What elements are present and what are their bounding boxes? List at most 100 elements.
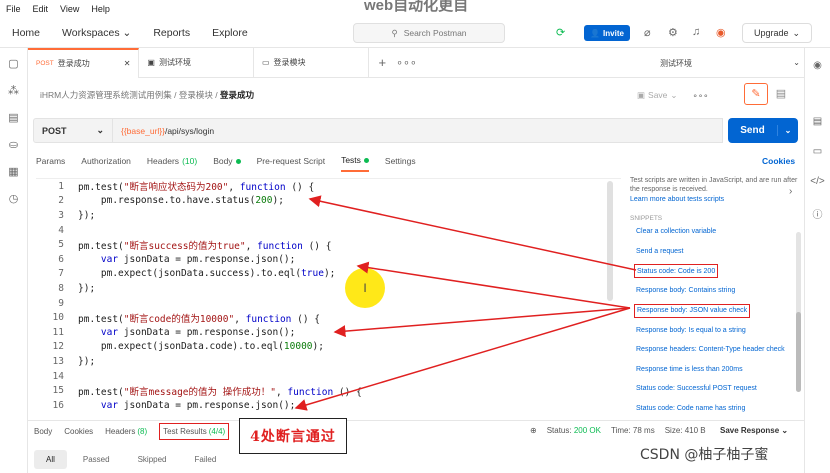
tab-login-success[interactable]: POST 登录成功 ✕ — [28, 47, 140, 78]
code-line: 12 pm.expect(jsonData.code).to.eql(10000… — [36, 340, 621, 355]
gear-icon[interactable]: ⚙ — [668, 26, 678, 39]
tab-params[interactable]: Params — [36, 150, 65, 172]
tab-label: Tests — [341, 155, 361, 165]
search-input[interactable]: ⚲ Search Postman — [353, 23, 505, 43]
tab-pre-request-script[interactable]: Pre-request Script — [257, 150, 326, 172]
response-tab-test-results[interactable]: Test Results (4/4) — [159, 423, 230, 440]
filter-passed[interactable]: Passed — [71, 450, 122, 469]
right-sidebar: ◉ ▤ ▭ </> ⓘ — [804, 48, 830, 473]
tab-settings[interactable]: Settings — [385, 150, 416, 172]
search-icon: ⚲ — [391, 27, 398, 38]
environments-icon[interactable]: ▤ — [0, 111, 27, 129]
snippet-item[interactable]: Response body: JSON value check — [634, 303, 751, 318]
response-tab-headers[interactable]: Headers (8) — [105, 427, 147, 436]
snippet-item[interactable]: Status code: Code name has string — [630, 399, 800, 417]
code-text: pm.expect(jsonData.success).to.eql(true)… — [78, 268, 336, 279]
snippet-item[interactable]: Response time is less than 200ms — [630, 360, 800, 380]
collections-icon[interactable]: ▢ — [0, 57, 27, 75]
tab-test-env[interactable]: ▣ 测试环境 — [139, 47, 254, 78]
code-line: 14 — [36, 369, 621, 384]
code-token: "断言code的值为10000" — [123, 313, 235, 325]
filter-all[interactable]: All — [34, 449, 67, 469]
tab-label: Test Results — [163, 427, 207, 436]
line-number: 8 — [58, 282, 64, 294]
breadcrumb-root[interactable]: iHRM人力资源管理系统测试用例集 — [40, 90, 172, 100]
sync-status-icon[interactable]: ⟳ — [556, 26, 565, 39]
documentation-icon[interactable]: ▤ — [805, 116, 830, 134]
more-tabs-icon[interactable]: ∘∘∘ — [396, 56, 417, 69]
url-variable: {{base_url}} — [121, 125, 165, 136]
video-title-watermark: web自动化更自 — [364, 0, 469, 14]
menu-file[interactable]: File — [6, 4, 21, 14]
response-tab-body[interactable]: Body — [34, 427, 52, 436]
mock-servers-icon[interactable]: ⛀ — [0, 138, 27, 156]
documentation-toggle-icon[interactable]: ▤ — [770, 83, 792, 105]
snippet-item[interactable]: Status code: Code is 200 — [634, 264, 719, 278]
edit-icon[interactable]: ✎ — [744, 83, 768, 105]
snippet-item[interactable]: Response body: Contains string — [630, 281, 800, 301]
tab-login-module[interactable]: ▭ 登录模块 — [254, 47, 369, 78]
snippet-item[interactable]: Response headers: Content-Type header ch… — [630, 340, 800, 360]
menu-view[interactable]: View — [60, 4, 79, 14]
snippet-item[interactable]: Clear a collection variable — [630, 222, 800, 242]
snippets-scrollbar-thumb[interactable] — [796, 312, 801, 392]
apis-icon[interactable]: ⁂ — [0, 84, 27, 102]
close-icon[interactable]: ✕ — [124, 59, 131, 68]
history-icon[interactable]: ◷ — [0, 192, 27, 210]
tab-label: Headers — [105, 427, 136, 436]
more-options-icon[interactable]: ∘∘∘ — [693, 90, 709, 101]
save-button[interactable]: ▣ Save ⌄ ∘∘∘ — [637, 85, 709, 105]
code-token: }); — [78, 282, 96, 294]
tab-authorization[interactable]: Authorization — [81, 150, 131, 172]
snippet-item[interactable]: Send a request — [630, 242, 800, 262]
code-token: ); — [272, 195, 284, 207]
editor-scrollbar[interactable] — [607, 181, 613, 301]
invite-button[interactable]: 👤 Invite — [584, 25, 630, 41]
collapse-chevron-icon[interactable]: › — [789, 186, 792, 197]
save-response-button[interactable]: Save Response ⌄ — [720, 426, 788, 435]
chevron-down-icon[interactable]: ⌄ — [778, 126, 798, 135]
nav-home[interactable]: Home — [12, 27, 40, 39]
code-icon[interactable]: </> — [805, 176, 830, 194]
filter-skipped[interactable]: Skipped — [126, 450, 179, 469]
breadcrumb-folder[interactable]: 登录模块 — [179, 90, 213, 100]
url-input[interactable]: {{base_url}}/api/sys/login — [113, 118, 723, 143]
code-token: function — [239, 182, 286, 194]
tests-code-editor[interactable]: 1 pm.test("断言响应状态码为200", function () {2 p… — [36, 178, 621, 412]
save-response-label: Save Response — [720, 426, 780, 435]
bell-icon[interactable]: ♫ — [692, 26, 700, 38]
environment-selector[interactable]: 测试环境 ⌄ — [660, 58, 800, 69]
snippet-item[interactable]: Status code: Successful POST request — [630, 379, 800, 399]
learn-more-link[interactable]: Learn more about tests scripts — [630, 196, 800, 203]
upgrade-button[interactable]: Upgrade ⌄ — [742, 23, 812, 43]
code-token: var — [100, 399, 119, 411]
left-sidebar: ▢ ⁂ ▤ ⛀ ▦ ◷ — [0, 48, 28, 473]
eye-icon[interactable]: ◉ — [805, 60, 830, 78]
code-token: jsonData = pm.response.json(); — [118, 326, 296, 338]
comments-icon[interactable]: ▭ — [805, 146, 830, 164]
code-token: jsonData = pm.response.json(); — [118, 253, 296, 265]
snippet-item[interactable]: Response body: Is equal to a string — [630, 321, 800, 341]
nav-reports[interactable]: Reports — [153, 27, 190, 39]
menu-edit[interactable]: Edit — [33, 4, 49, 14]
nav-explore[interactable]: Explore — [212, 27, 248, 39]
satellite-icon[interactable]: ⌀ — [644, 26, 651, 39]
line-number: 3 — [58, 209, 64, 221]
method-select[interactable]: POST ⌄ — [33, 118, 113, 143]
menu-help[interactable]: Help — [91, 4, 110, 14]
send-button[interactable]: Send ⌄ — [728, 118, 798, 143]
info-icon[interactable]: ⓘ — [805, 206, 830, 224]
nav-workspaces[interactable]: Workspaces ⌄ — [62, 27, 131, 39]
tab-body[interactable]: Body — [213, 150, 241, 172]
avatar[interactable]: ◉ — [716, 26, 726, 39]
cursor-highlight: I — [345, 268, 385, 308]
filter-failed[interactable]: Failed — [183, 450, 229, 469]
response-tab-cookies[interactable]: Cookies — [64, 427, 93, 436]
cookies-link[interactable]: Cookies — [762, 156, 795, 166]
new-tab-icon[interactable]: + — [379, 55, 387, 70]
code-line: 11 var jsonData = pm.response.json(); — [36, 325, 621, 340]
monitors-icon[interactable]: ▦ — [0, 165, 27, 183]
tab-headers[interactable]: Headers (10) — [147, 150, 197, 172]
code-text: pm.test("断言success的值为true", function () … — [78, 238, 331, 252]
tab-tests[interactable]: Tests — [341, 150, 369, 172]
